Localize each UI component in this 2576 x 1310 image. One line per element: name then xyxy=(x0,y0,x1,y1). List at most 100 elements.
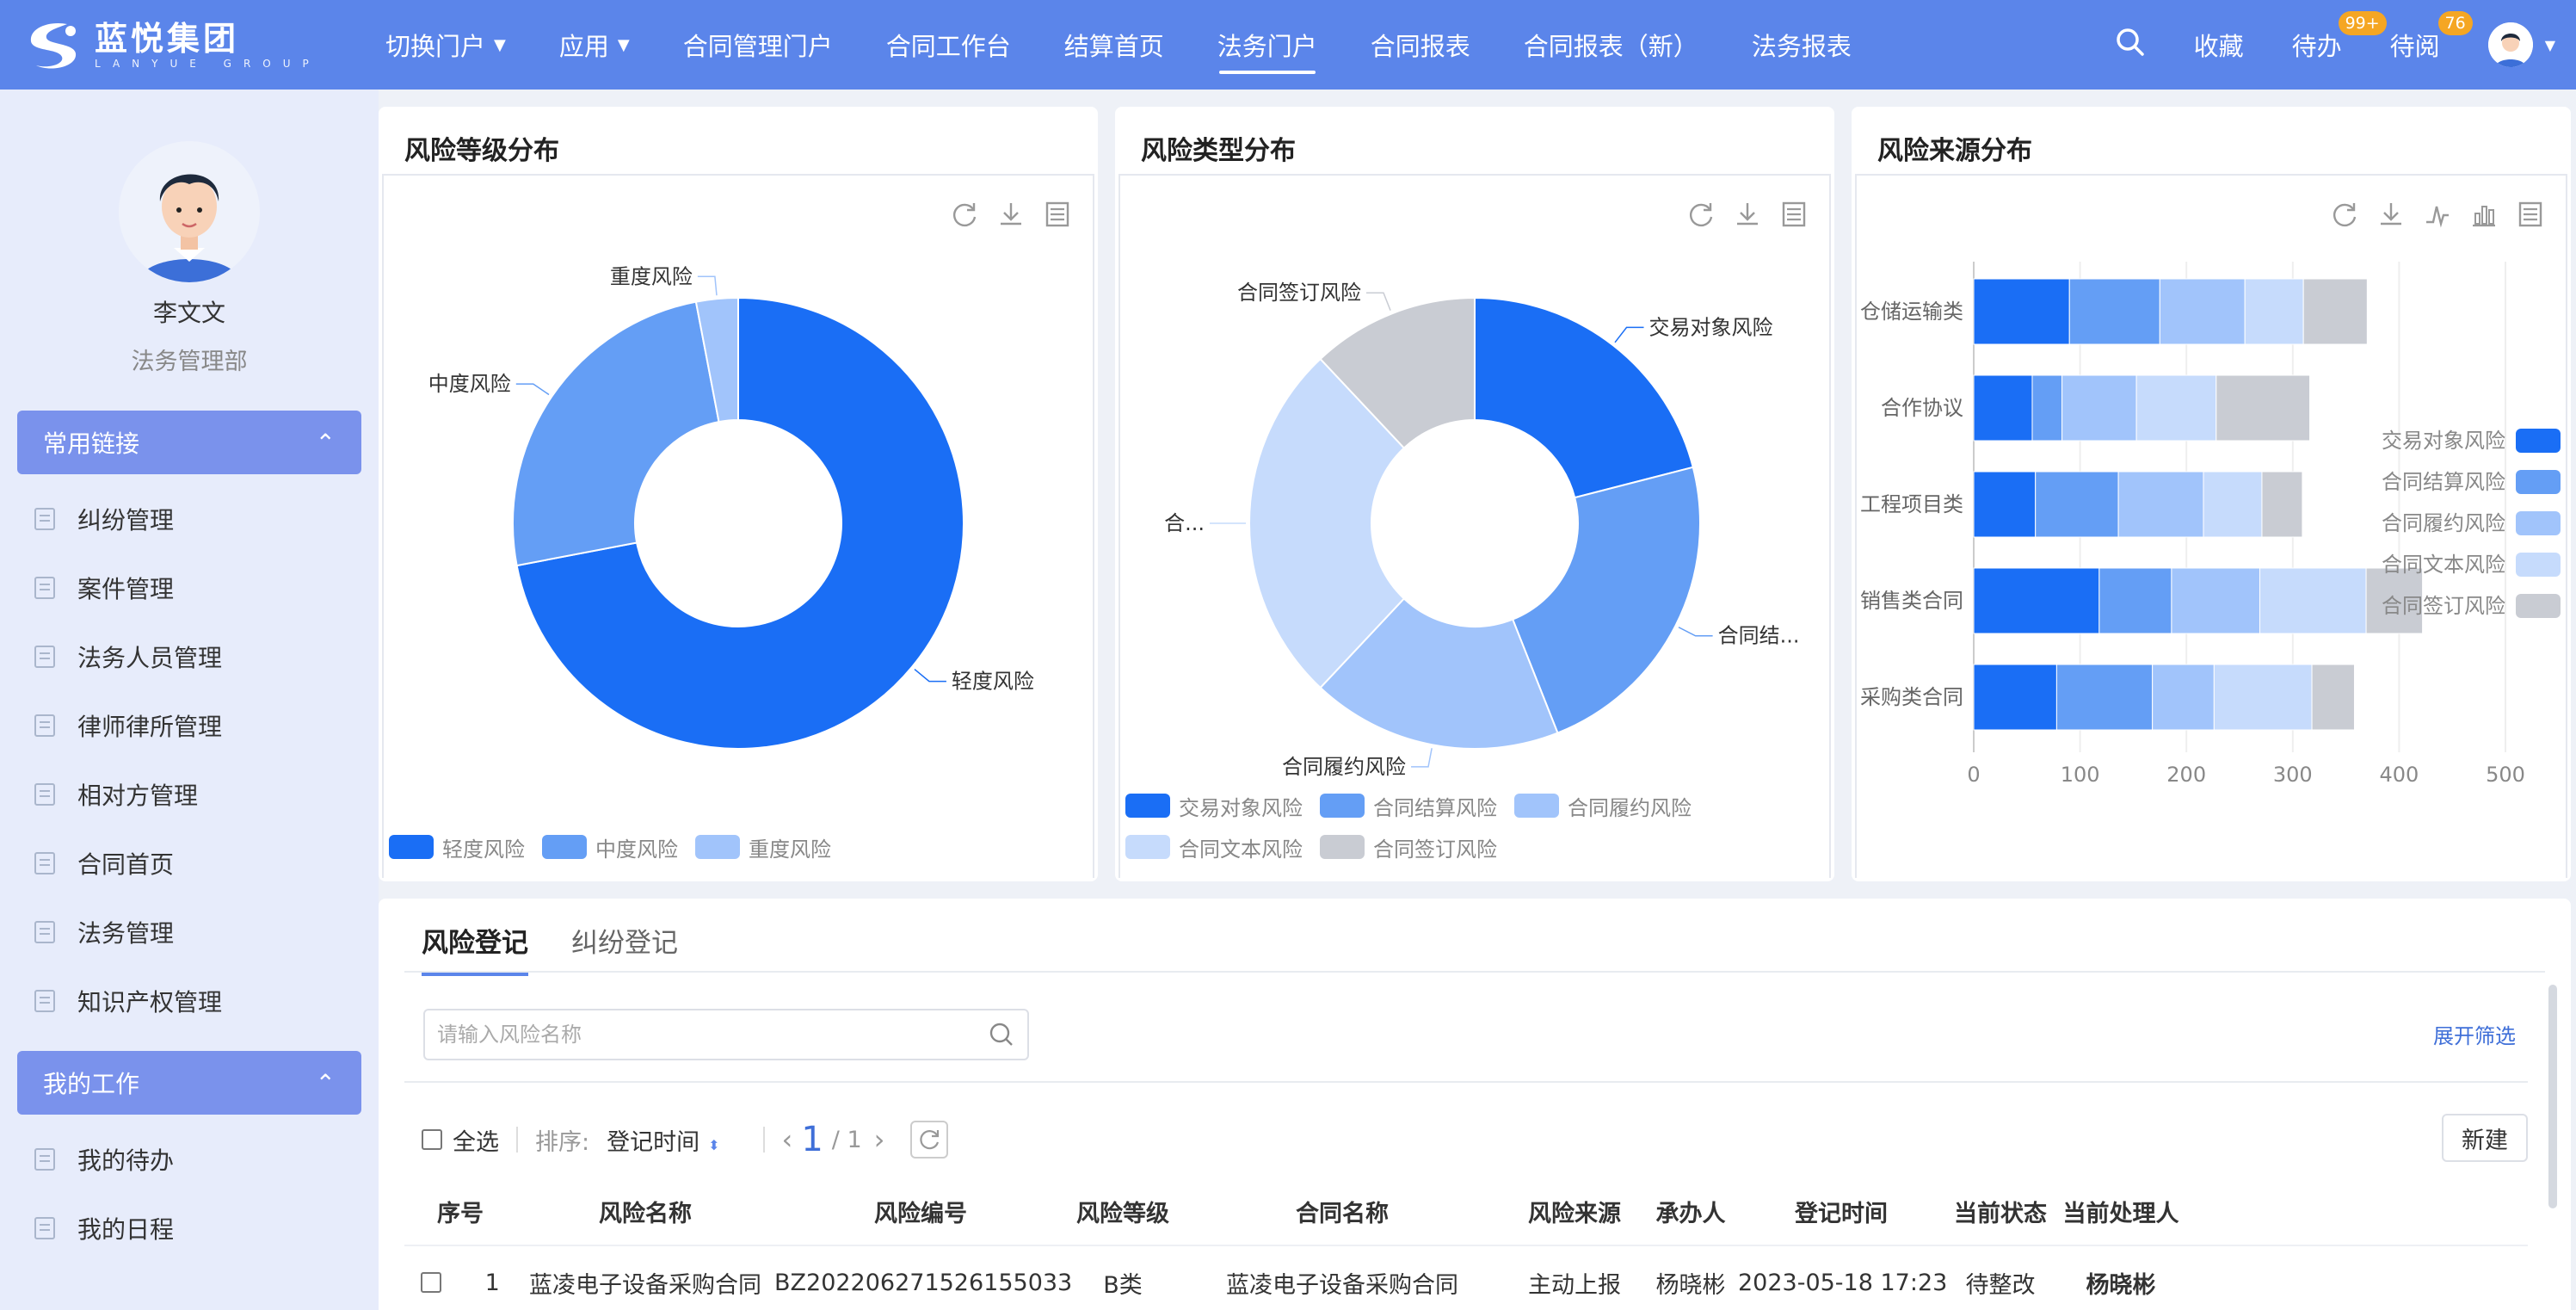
next-page-chevron-right-icon[interactable]: › xyxy=(874,1123,885,1156)
legend-label: 交易对象风险 xyxy=(1179,795,1303,820)
legend-label[interactable]: 合同履约风险 xyxy=(2382,511,2505,535)
bar-segment[interactable] xyxy=(2213,664,2313,731)
legend-swatch[interactable] xyxy=(2516,429,2561,453)
search-icon[interactable] xyxy=(2115,27,2146,64)
bar-segment[interactable] xyxy=(2311,664,2355,731)
bar-segment[interactable] xyxy=(2061,374,2137,442)
new-button[interactable]: 新建 xyxy=(2442,1114,2528,1162)
nav-item[interactable]: 法务门户 xyxy=(1217,0,1317,90)
nav-item[interactable]: 合同工作台 xyxy=(886,0,1011,90)
column-header[interactable]: 当前处理人 xyxy=(2056,1195,2185,1228)
bar-segment[interactable] xyxy=(2244,278,2304,345)
bar-segment[interactable] xyxy=(2098,567,2172,634)
risk-search-input[interactable] xyxy=(437,1023,953,1047)
legend-label[interactable]: 合同文本风险 xyxy=(2382,553,2505,577)
sidebar-item[interactable]: 法务管理 xyxy=(0,898,379,967)
bar-segment[interactable] xyxy=(2203,471,2263,538)
column-header[interactable]: 风险等级 xyxy=(1067,1195,1179,1228)
todo-link[interactable]: 待办 99+ xyxy=(2292,11,2387,63)
nav-item[interactable]: 切换门户 ▼ xyxy=(385,0,506,90)
bar-segment[interactable] xyxy=(2171,567,2260,634)
legend-label[interactable]: 合同结算风险 xyxy=(2382,470,2505,494)
favorites-link[interactable]: 收藏 xyxy=(2194,27,2244,63)
bar-segment[interactable] xyxy=(2259,567,2367,634)
expand-filter-link[interactable]: 展开筛选 xyxy=(2433,1019,2516,1049)
bar-segment[interactable] xyxy=(1973,374,2033,442)
select-all-label[interactable]: 全选 xyxy=(453,1123,499,1157)
sidebar-item[interactable]: 知识产权管理 xyxy=(0,967,379,1035)
brand-logo[interactable]: 蓝悦集团 LANYUE GROUP xyxy=(24,19,321,72)
column-header[interactable]: 风险名称 xyxy=(516,1195,774,1228)
legend-item[interactable]: 合同履约风险 xyxy=(1514,785,1692,826)
bar-segment[interactable] xyxy=(1973,278,2070,345)
legend-label[interactable]: 交易对象风险 xyxy=(2382,429,2505,453)
legend-item[interactable]: 合同签订风险 xyxy=(1320,826,1497,868)
bar-segment[interactable] xyxy=(2135,374,2217,442)
sort-select[interactable]: 登记时间 ⬍ xyxy=(607,1123,719,1157)
tab[interactable]: 纠纷登记 xyxy=(571,911,678,976)
legend-swatch[interactable] xyxy=(2516,511,2561,535)
user-avatar[interactable] xyxy=(2487,22,2533,67)
column-header[interactable]: 承办人 xyxy=(1643,1195,1738,1228)
legend-item[interactable]: 合同结算风险 xyxy=(1320,785,1497,826)
legend-swatch[interactable] xyxy=(2516,594,2561,618)
bar-segment[interactable] xyxy=(2031,374,2063,442)
prev-page-chevron-left-icon[interactable]: ‹ xyxy=(782,1123,793,1156)
legend-label[interactable]: 合同签订风险 xyxy=(2382,594,2505,618)
sidebar-item[interactable]: 合同首页 xyxy=(0,829,379,898)
column-header[interactable]: 合同名称 xyxy=(1179,1195,1506,1228)
sidebar-group-common-links[interactable]: 常用链接 ⌃ xyxy=(17,411,361,474)
pie-slice[interactable] xyxy=(512,300,720,567)
bar-segment[interactable] xyxy=(2215,374,2311,442)
column-header[interactable]: 登记时间 xyxy=(1738,1195,1944,1228)
nav-item[interactable]: 合同报表 xyxy=(1371,0,1470,90)
bar-segment[interactable] xyxy=(1973,567,2100,634)
bar-segment[interactable] xyxy=(2035,471,2119,538)
nav-item[interactable]: 合同报表（新） xyxy=(1524,0,1698,90)
legend-swatch[interactable] xyxy=(2516,470,2561,494)
legend-item[interactable]: 合同文本风险 xyxy=(1125,826,1303,868)
bar-segment[interactable] xyxy=(2117,471,2204,538)
search-icon[interactable] xyxy=(988,1021,1015,1048)
refresh-list-button[interactable] xyxy=(910,1121,949,1159)
legend-item[interactable]: 交易对象风险 xyxy=(1125,785,1303,826)
select-all-checkbox[interactable] xyxy=(422,1129,442,1150)
bar-segment[interactable] xyxy=(1973,664,2057,731)
sidebar-group-my-work[interactable]: 我的工作 ⌃ xyxy=(17,1051,361,1115)
legend-item[interactable]: 重度风险 xyxy=(695,826,831,868)
tab[interactable]: 风险登记 xyxy=(422,911,528,976)
legend-swatch[interactable] xyxy=(2516,553,2561,577)
sidebar-item[interactable]: 我的待办 xyxy=(0,1125,379,1194)
column-header[interactable]: 风险编号 xyxy=(774,1195,1067,1228)
sidebar-item[interactable]: 相对方管理 xyxy=(0,760,379,829)
row-checkbox[interactable] xyxy=(421,1272,442,1293)
bar-segment[interactable] xyxy=(2055,664,2154,731)
nav-item[interactable]: 应用 ▼ xyxy=(559,0,630,90)
legend-item[interactable]: 轻度风险 xyxy=(389,826,525,868)
table-row[interactable]: 1 蓝凌电子设备采购合同 BZ202206271526155033 B类 蓝凌电子设备采… xyxy=(404,1248,2528,1310)
bar-segment[interactable] xyxy=(2152,664,2215,731)
column-header[interactable]: 风险来源 xyxy=(1506,1195,1643,1228)
sidebar-item[interactable]: 纠纷管理 xyxy=(0,485,379,553)
sidebar-item[interactable]: 我的日程 xyxy=(0,1194,379,1263)
column-header[interactable]: 当前状态 xyxy=(1944,1195,2056,1228)
toread-link[interactable]: 待阅 76 xyxy=(2390,11,2473,63)
nav-item[interactable]: 法务报表 xyxy=(1752,0,1852,90)
nav-item[interactable]: 合同管理门户 xyxy=(683,0,833,90)
user-menu-chevron-down-icon[interactable]: ▼ xyxy=(2545,37,2555,53)
document-icon xyxy=(34,714,55,737)
document-icon xyxy=(34,921,55,943)
document-icon xyxy=(34,852,55,874)
column-header[interactable]: 序号 xyxy=(404,1195,516,1228)
sidebar-item[interactable]: 案件管理 xyxy=(0,553,379,622)
bar-segment[interactable] xyxy=(2159,278,2246,345)
sidebar-item[interactable]: 法务人员管理 xyxy=(0,622,379,691)
bar-segment[interactable] xyxy=(2302,278,2368,345)
bar-segment[interactable] xyxy=(2261,471,2303,538)
bar-segment[interactable] xyxy=(1973,471,2037,538)
nav-item[interactable]: 结算首页 xyxy=(1064,0,1164,90)
bar-segment[interactable] xyxy=(2068,278,2160,345)
sidebar-item[interactable]: 律师律所管理 xyxy=(0,691,379,760)
legend-item[interactable]: 中度风险 xyxy=(542,826,678,868)
vertical-scrollbar[interactable] xyxy=(2548,985,2557,1208)
